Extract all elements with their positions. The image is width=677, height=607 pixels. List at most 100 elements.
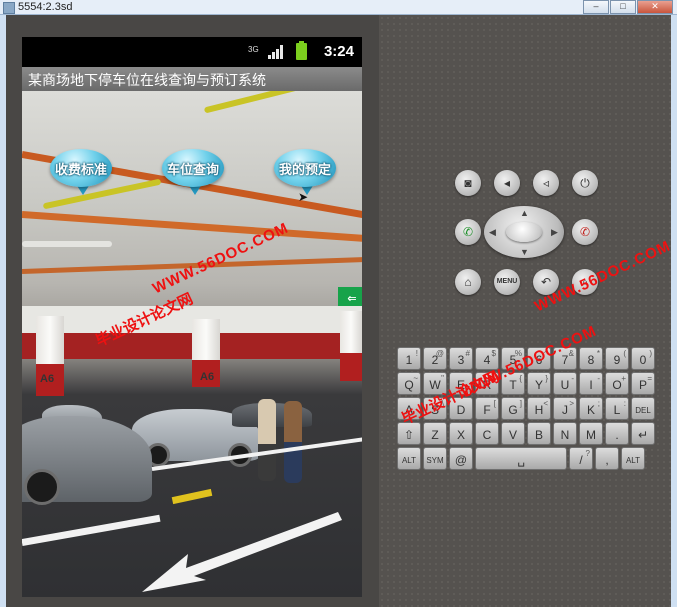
key-alt-label: ): [649, 349, 652, 358]
camera-icon[interactable]: ◙: [455, 170, 481, 196]
key[interactable]: ↵: [631, 422, 655, 445]
key-label: .: [615, 428, 619, 442]
key-alt-label: >: [569, 399, 574, 408]
key[interactable]: ALT: [621, 447, 645, 470]
key-alt-label: ?: [585, 449, 590, 458]
key[interactable]: SYM: [423, 447, 447, 470]
key[interactable]: @: [449, 447, 473, 470]
key[interactable]: 3 #: [449, 347, 473, 370]
key-alt-label: <: [543, 399, 548, 408]
dpad-left-icon[interactable]: ◀: [489, 227, 496, 238]
key-alt-label: *: [596, 349, 600, 358]
minimize-button[interactable]: –: [583, 0, 609, 14]
home-icon[interactable]: ⌂: [455, 269, 481, 295]
mouse-cursor-icon: ➤: [298, 190, 309, 204]
key[interactable]: M: [579, 422, 603, 445]
volume-up-icon[interactable]: ◃: [533, 170, 559, 196]
key-label: /: [579, 453, 583, 467]
key-label: 8: [587, 353, 595, 367]
key[interactable]: DEL: [631, 397, 655, 420]
key-alt-label: +: [621, 374, 626, 383]
dpad-center-button[interactable]: [506, 222, 542, 242]
dpad-down-icon[interactable]: ▼: [520, 247, 529, 257]
key[interactable]: Z: [423, 422, 447, 445]
emulator-frame: 3G 3:24 某商场地下停车位在线查询与预订系统 ⇐ A6 A6 收费标准 车…: [6, 15, 671, 607]
menu-button[interactable]: MENU: [494, 269, 520, 295]
key[interactable]: B: [527, 422, 551, 445]
app-icon: [3, 2, 15, 14]
window-controls: – □ ✕: [582, 0, 673, 14]
key[interactable]: Q ~: [397, 372, 421, 395]
key-label: SYM: [426, 456, 444, 465]
key-label: C: [482, 428, 492, 442]
dpad-up-icon[interactable]: ▲: [520, 208, 529, 218]
key[interactable]: X: [449, 422, 473, 445]
call-icon[interactable]: ✆: [455, 219, 481, 245]
key-alt-label: -: [597, 374, 600, 383]
key-label: N: [560, 428, 570, 442]
space-query-button[interactable]: 车位查询: [162, 149, 224, 197]
key-alt-label: #: [465, 349, 470, 358]
key-label: 3: [457, 353, 465, 367]
key-label: ␣: [517, 453, 525, 467]
keyboard-row: ⇧ Z X C V B N M. ↵: [397, 422, 657, 447]
key-label: Z: [431, 428, 439, 442]
key[interactable]: ␣: [475, 447, 567, 470]
key-label: V: [508, 428, 517, 442]
app-title-bar: 某商场地下停车位在线查询与预订系统: [22, 67, 362, 91]
status-bar: 3G 3:24: [22, 37, 362, 67]
volume-down-icon[interactable]: ◂: [494, 170, 520, 196]
lane-marking-yellow: [171, 488, 213, 505]
car-wheel: [24, 469, 60, 505]
emulator-skin: [379, 15, 671, 607]
key[interactable]: F[: [475, 397, 499, 420]
key[interactable]: G]: [501, 397, 525, 420]
key-label: 9: [613, 353, 621, 367]
key[interactable]: ,: [595, 447, 619, 470]
key-alt-label: :: [623, 399, 626, 408]
key[interactable]: N: [553, 422, 577, 445]
key[interactable]: ALT: [397, 447, 421, 470]
yellow-pipe: [22, 241, 112, 247]
maximize-button[interactable]: □: [610, 0, 636, 14]
dpad-right-icon[interactable]: ▶: [551, 227, 558, 238]
key-alt-label: ~: [413, 374, 418, 383]
key-label: X: [456, 428, 465, 442]
key[interactable]: H <: [527, 397, 551, 420]
fee-standard-button[interactable]: 收费标准: [50, 149, 112, 197]
key[interactable]: P =: [631, 372, 655, 395]
key-label: ↵: [637, 428, 649, 442]
key-label: 7: [561, 353, 569, 367]
key-label: U: [560, 378, 570, 392]
key-label: H: [534, 403, 544, 417]
key[interactable]: /?: [569, 447, 593, 470]
key[interactable]: V: [501, 422, 525, 445]
keyboard-row: ALT SYM @ ␣ /?, ALT: [397, 447, 657, 472]
key[interactable]: J >: [553, 397, 577, 420]
window-title: 5554:2.3sd: [18, 1, 73, 13]
key[interactable]: C: [475, 422, 499, 445]
key-alt-label: }: [545, 374, 548, 383]
end-call-icon[interactable]: ✆: [572, 219, 598, 245]
status-time: 3:24: [323, 43, 354, 60]
key[interactable]: .: [605, 422, 629, 445]
close-button[interactable]: ✕: [637, 0, 673, 14]
key-label: P: [638, 378, 647, 392]
key-label: T: [509, 378, 517, 392]
key-alt-label: =: [647, 374, 652, 383]
key-label: 1: [405, 353, 413, 367]
phone-screen: 3G 3:24 某商场地下停车位在线查询与预订系统 ⇐ A6 A6 收费标准 车…: [22, 37, 362, 597]
key-label: I: [589, 378, 593, 392]
power-icon[interactable]: ⏻: [572, 170, 598, 196]
key-alt-label: ;: [597, 399, 600, 408]
key-label: O: [612, 378, 622, 392]
key[interactable]: K;: [579, 397, 603, 420]
key-alt-label: $: [491, 349, 496, 358]
key[interactable]: L:: [605, 397, 629, 420]
key-alt-label: ]: [519, 399, 522, 408]
key-label: 4: [483, 353, 491, 367]
key-alt-label: ": [441, 374, 444, 383]
network-indicator: 3G: [248, 45, 259, 54]
key-label: ALT: [625, 456, 641, 465]
lane-marking: [22, 514, 161, 546]
